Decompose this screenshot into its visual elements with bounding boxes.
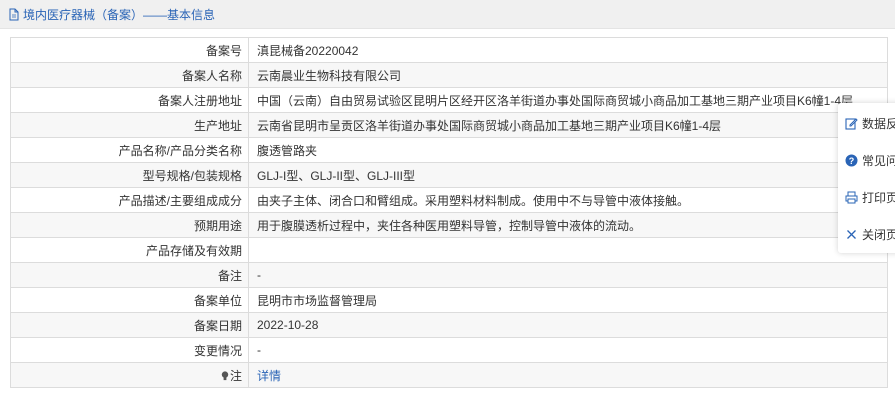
row-value: 云南省昆明市呈贡区洛羊街道办事处国际商贸城小商品加工基地三期产业项目K6幢1-4… — [248, 112, 888, 138]
row-label: 产品存储及有效期 — [10, 237, 249, 263]
question-icon: ? — [845, 154, 858, 166]
row-value — [248, 237, 888, 263]
row-label: 备案人注册地址 — [10, 87, 249, 113]
bulb-icon — [221, 370, 229, 380]
svg-text:?: ? — [849, 156, 855, 166]
note-label-text: 注 — [229, 368, 242, 383]
row-label: 型号规格/包装规格 — [10, 162, 249, 188]
note-value: 详情 — [248, 362, 888, 388]
row-value: 中国（云南）自由贸易试验区昆明片区经开区洛羊街道办事处国际商贸城小商品加工基地三… — [248, 87, 888, 113]
faq-button[interactable]: ? 常见问 — [845, 150, 895, 170]
row-value: 腹透管路夹 — [248, 137, 888, 163]
table-row: 变更情况 - — [10, 337, 888, 363]
table-row: 备案单位 昆明市市场监督管理局 — [10, 287, 888, 313]
row-label: 生产地址 — [10, 112, 249, 138]
row-value: 滇昆械备20220042 — [248, 37, 888, 63]
print-label: 打印页 — [862, 190, 895, 205]
table-row: 预期用途 用于腹膜透析过程中，夹住各种医用塑料导管，控制导管中液体的流动。 — [10, 212, 888, 238]
table-row: 注 详情 — [10, 362, 888, 388]
close-page-button[interactable]: 关闭页 — [845, 224, 895, 244]
row-label: 备案号 — [10, 37, 249, 63]
row-value: 昆明市市场监督管理局 — [248, 287, 888, 313]
row-value: - — [248, 337, 888, 363]
table-row: 产品描述/主要组成成分 由夹子主体、闭合口和臂组成。采用塑料材料制成。使用中不与… — [10, 187, 888, 213]
row-value: 由夹子主体、闭合口和臂组成。采用塑料材料制成。使用中不与导管中液体接触。 — [248, 187, 888, 213]
feedback-label: 数据反 — [862, 116, 895, 131]
close-page-label: 关闭页 — [862, 227, 895, 242]
table-row: 备注 - — [10, 262, 888, 288]
row-value: 2022-10-28 — [248, 312, 888, 338]
row-label: 备案单位 — [10, 287, 249, 313]
page-title: 境内医疗器械（备案）——基本信息 — [8, 6, 215, 23]
row-label: 产品名称/产品分类名称 — [10, 137, 249, 163]
row-label: 备案日期 — [10, 312, 249, 338]
details-link[interactable]: 详情 — [257, 369, 281, 383]
page-title-text: 境内医疗器械（备案）——基本信息 — [23, 8, 216, 22]
table-row: 备案号 滇昆械备20220042 — [10, 37, 888, 63]
table-row: 备案人名称 云南晨业生物科技有限公司 — [10, 62, 888, 88]
row-label: 备注 — [10, 262, 249, 288]
document-icon — [8, 8, 20, 21]
side-toolbar: 数据反 ? 常见问 打印页 关闭页 — [838, 103, 895, 253]
page-header: 境内医疗器械（备案）——基本信息 — [0, 0, 895, 29]
note-label: 注 — [10, 362, 249, 388]
info-table: 备案号 滇昆械备20220042 备案人名称 云南晨业生物科技有限公司 备案人注… — [10, 37, 888, 388]
printer-icon — [845, 191, 858, 203]
feedback-button[interactable]: 数据反 — [845, 113, 895, 133]
row-value: 用于腹膜透析过程中，夹住各种医用塑料导管，控制导管中液体的流动。 — [248, 212, 888, 238]
row-value: - — [248, 262, 888, 288]
table-row: 备案日期 2022-10-28 — [10, 312, 888, 338]
table-row: 型号规格/包装规格 GLJ-I型、GLJ-II型、GLJ-III型 — [10, 162, 888, 188]
table-row: 产品存储及有效期 — [10, 237, 888, 263]
close-icon — [847, 229, 856, 239]
row-label: 备案人名称 — [10, 62, 249, 88]
row-value: 云南晨业生物科技有限公司 — [248, 62, 888, 88]
edit-icon — [845, 117, 858, 130]
row-label: 产品描述/主要组成成分 — [10, 187, 249, 213]
table-row: 备案人注册地址 中国（云南）自由贸易试验区昆明片区经开区洛羊街道办事处国际商贸城… — [10, 87, 888, 113]
row-value: GLJ-I型、GLJ-II型、GLJ-III型 — [248, 162, 888, 188]
row-label: 变更情况 — [10, 337, 249, 363]
faq-label: 常见问 — [862, 153, 895, 168]
table-row: 产品名称/产品分类名称 腹透管路夹 — [10, 137, 888, 163]
row-label: 预期用途 — [10, 212, 249, 238]
table-row: 生产地址 云南省昆明市呈贡区洛羊街道办事处国际商贸城小商品加工基地三期产业项目K… — [10, 112, 888, 138]
print-button[interactable]: 打印页 — [845, 187, 895, 207]
